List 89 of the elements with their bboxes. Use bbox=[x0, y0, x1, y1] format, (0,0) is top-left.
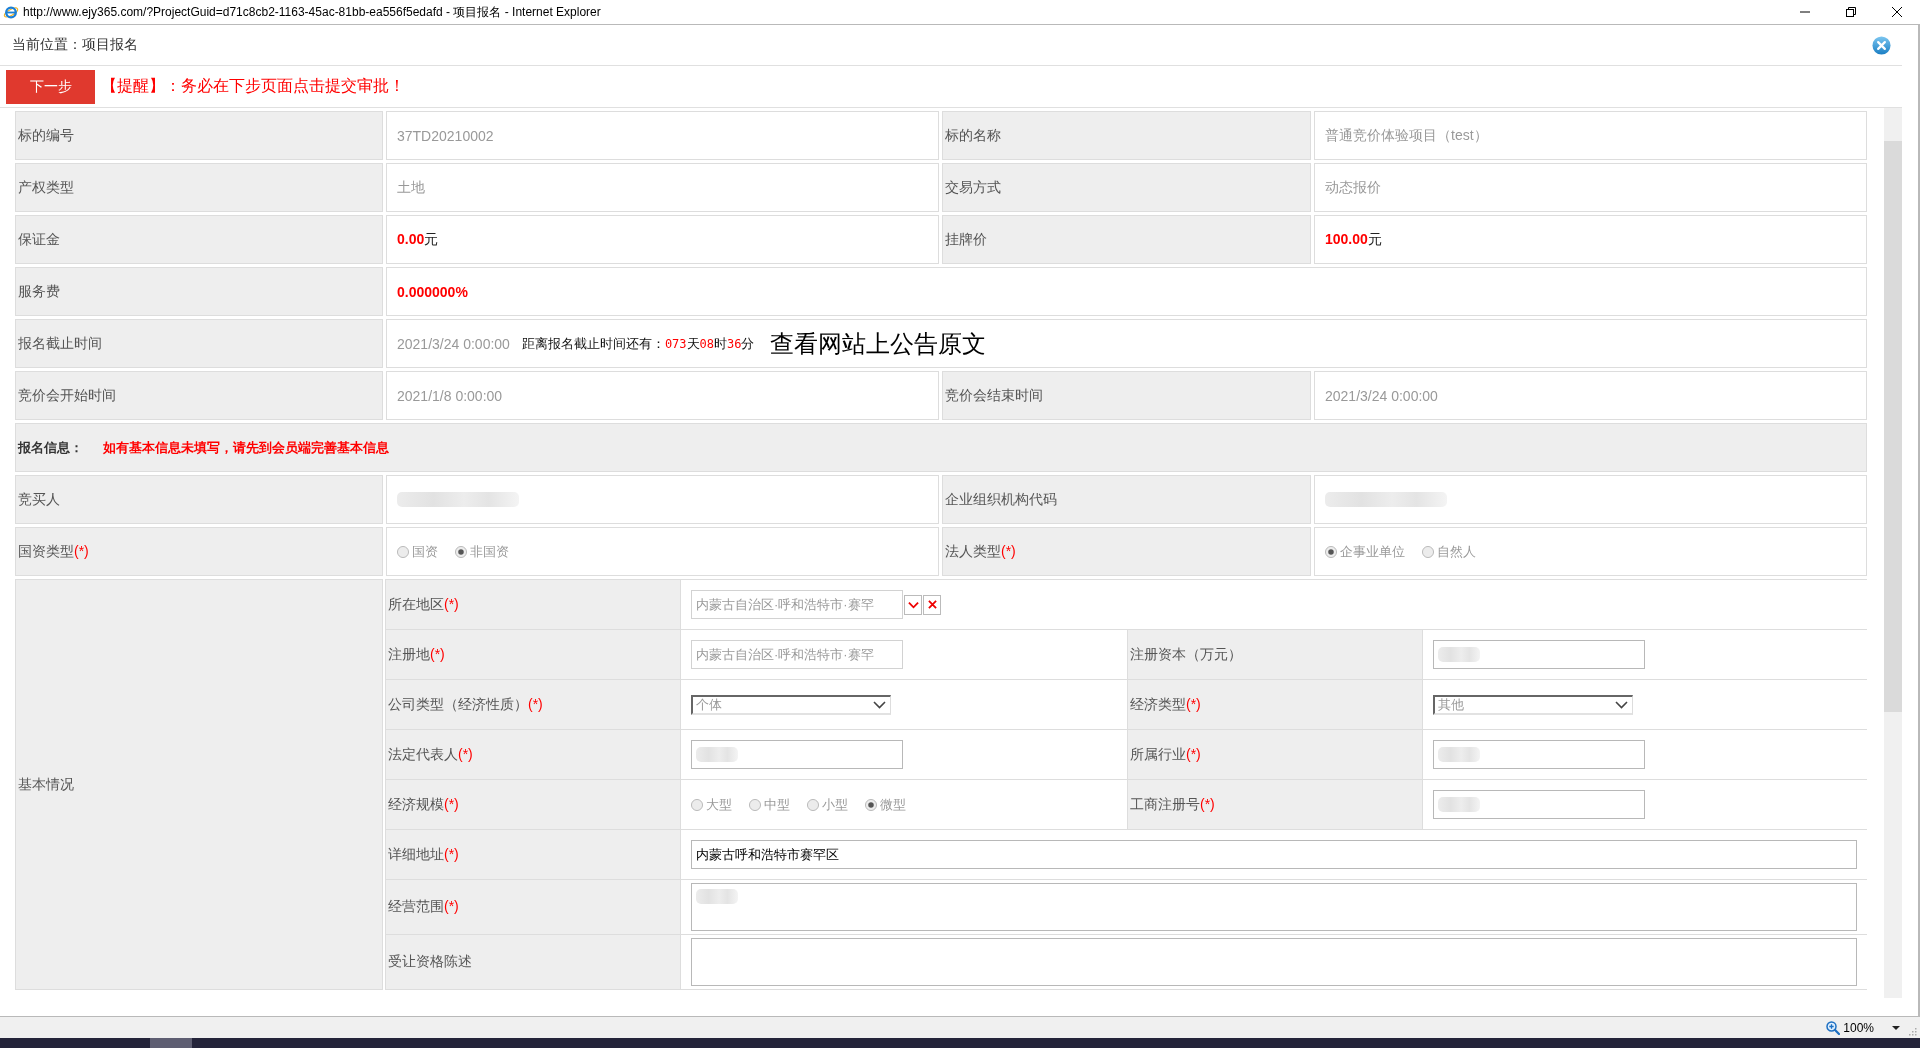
field-label: 竞买人 bbox=[18, 490, 60, 509]
fee-rate: 0.000000% bbox=[397, 283, 468, 300]
text-field[interactable]: 内蒙古呼和浩特市赛罕区 bbox=[691, 840, 1857, 869]
redacted-value bbox=[696, 747, 738, 762]
announcement-link[interactable]: 查看网站上公告原文 bbox=[770, 327, 987, 360]
zoom-level[interactable]: 100% bbox=[1843, 1020, 1874, 1035]
next-step-button[interactable]: 下一步 bbox=[6, 69, 95, 104]
price-value: 100.00元 bbox=[1325, 230, 1382, 249]
text-field[interactable] bbox=[691, 740, 903, 769]
field-label: 竞价会开始时间 bbox=[18, 386, 116, 405]
radio-label: 非国资 bbox=[470, 542, 509, 561]
chevron-down-icon bbox=[873, 700, 886, 709]
radio-button[interactable] bbox=[865, 798, 877, 811]
dropdown-button[interactable] bbox=[904, 594, 922, 615]
caret-down-icon[interactable] bbox=[1892, 1025, 1900, 1030]
field-value: 37TD20210002 bbox=[397, 127, 494, 144]
field-label: 服务费 bbox=[18, 282, 60, 301]
field-value: 普通竞价体验项目（test） bbox=[1325, 126, 1488, 145]
redacted-value bbox=[1438, 647, 1480, 662]
field-label: 国资类型(*) bbox=[18, 542, 89, 561]
field-label: 企业组织机构代码 bbox=[945, 490, 1057, 509]
field-label: 标的编号 bbox=[18, 126, 74, 145]
radio-label: 企事业单位 bbox=[1340, 542, 1405, 561]
redacted-value bbox=[1438, 797, 1480, 812]
field-label: 所属行业(*) bbox=[1130, 745, 1201, 764]
field-label: 经营范围(*) bbox=[388, 898, 459, 916]
chevron-down-icon bbox=[1615, 700, 1628, 709]
field-label: 保证金 bbox=[18, 230, 60, 249]
radio-button[interactable] bbox=[691, 798, 703, 811]
notice-text: 如有基本信息未填写，请先到会员端完善基本信息 bbox=[103, 438, 389, 457]
reminder-text: 【提醒】：务必在下步页面点击提交审批！ bbox=[101, 76, 405, 96]
field-value: 土地 bbox=[397, 178, 425, 197]
redacted-value bbox=[696, 889, 738, 904]
resize-grip-icon bbox=[1909, 1028, 1917, 1036]
field-value: 2021/1/8 0:00:00 bbox=[397, 387, 503, 404]
field-label: 注册地(*) bbox=[388, 645, 445, 664]
radio-label: 中型 bbox=[764, 795, 790, 814]
radio-label: 自然人 bbox=[1437, 542, 1476, 561]
field-label: 所在地区(*) bbox=[388, 595, 459, 614]
field-label: 报名截止时间 bbox=[18, 334, 102, 353]
radio-button[interactable] bbox=[807, 798, 819, 811]
section-title: 报名信息： bbox=[18, 438, 83, 457]
breadcrumb: 当前位置：项目报名 bbox=[12, 36, 138, 54]
field-label: 产权类型 bbox=[18, 178, 74, 197]
radio-button[interactable] bbox=[455, 545, 467, 558]
radio-button[interactable] bbox=[749, 798, 761, 811]
restore-icon bbox=[1846, 7, 1856, 17]
minimize-icon bbox=[1800, 11, 1810, 13]
radio-label: 微型 bbox=[880, 795, 906, 814]
field-label: 挂牌价 bbox=[945, 230, 987, 249]
countdown-text: 距离报名截止时间还有：073天08时36分 bbox=[521, 334, 755, 353]
text-field[interactable] bbox=[1433, 740, 1645, 769]
radio-label: 大型 bbox=[706, 795, 732, 814]
field-label: 经济类型(*) bbox=[1130, 695, 1201, 714]
window-title: http://www.ejy365.com/?ProjectGuid=d71c8cb2-1163-45ac-81bb-ea556f5edafd - 项目报名 - Internet Explorer bbox=[23, 3, 601, 21]
close-icon[interactable] bbox=[1872, 35, 1891, 55]
field-label: 交易方式 bbox=[945, 178, 1001, 197]
close-icon bbox=[1892, 7, 1902, 17]
field-value: 2021/3/24 0:00:00 bbox=[397, 335, 510, 352]
field-label: 注册资本（万元） bbox=[1130, 645, 1242, 664]
field-label: 经济规模(*) bbox=[388, 795, 459, 814]
taskbar-button[interactable] bbox=[150, 1038, 192, 1048]
field-label: 工商注册号(*) bbox=[1130, 795, 1215, 814]
field-label: 详细地址(*) bbox=[388, 845, 459, 864]
text-field[interactable] bbox=[1433, 790, 1645, 819]
field-value: 动态报价 bbox=[1325, 178, 1381, 197]
redacted-value bbox=[1438, 747, 1480, 762]
zoom-icon bbox=[1826, 1020, 1841, 1035]
radio-button[interactable] bbox=[397, 545, 409, 558]
radio-button[interactable] bbox=[1325, 545, 1337, 558]
clear-button[interactable] bbox=[923, 594, 941, 615]
scrollbar-thumb[interactable] bbox=[1884, 141, 1902, 712]
radio-label: 小型 bbox=[822, 795, 848, 814]
field-label: 法定代表人(*) bbox=[388, 745, 473, 764]
close-icon bbox=[927, 600, 937, 609]
field-label: 竞价会结束时间 bbox=[945, 386, 1043, 405]
field-label: 公司类型（经济性质）(*) bbox=[388, 695, 543, 714]
field-value: 2021/3/24 0:00:00 bbox=[1325, 387, 1438, 404]
radio-button[interactable] bbox=[1422, 545, 1434, 558]
price-value: 0.00元 bbox=[397, 230, 439, 249]
field-label: 法人类型(*) bbox=[945, 542, 1016, 561]
chevron-down-icon bbox=[907, 600, 919, 609]
section-label: 基本情况 bbox=[18, 775, 74, 794]
field-label: 标的名称 bbox=[945, 126, 1001, 145]
field-label: 受让资格陈述 bbox=[388, 953, 472, 971]
text-field[interactable] bbox=[1433, 640, 1645, 669]
radio-label: 国资 bbox=[412, 542, 438, 561]
scrollbar[interactable] bbox=[1884, 108, 1902, 998]
browser-icon bbox=[3, 4, 19, 20]
